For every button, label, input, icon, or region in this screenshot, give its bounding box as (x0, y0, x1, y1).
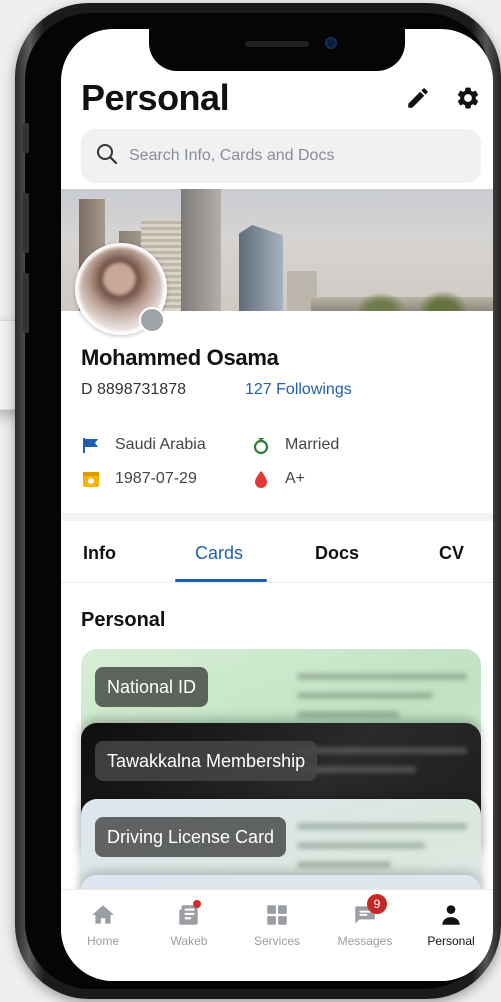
nav-label-messages: Messages (337, 934, 393, 948)
national-id-number: D 8898731878 (81, 381, 186, 398)
notification-dot (193, 900, 201, 908)
section-divider (61, 513, 493, 521)
birth-date-text: 1987-07-29 (115, 470, 197, 487)
marital-status-text: Married (285, 436, 340, 453)
nav-home[interactable]: Home (63, 902, 143, 948)
gear-icon[interactable] (455, 85, 481, 111)
tab-docs[interactable]: Docs (315, 543, 359, 564)
nav-wakeb[interactable]: Wakeb (149, 900, 229, 948)
mute-switch (23, 123, 29, 153)
profile-name: Mohammed Osama (81, 345, 279, 370)
avatar[interactable] (75, 243, 167, 335)
home-icon (63, 902, 143, 928)
page-title: Personal (81, 77, 230, 118)
verified-badge-icon (139, 307, 165, 333)
search-icon (95, 142, 119, 171)
pencil-icon[interactable] (405, 85, 431, 111)
tab-info[interactable]: Info (83, 543, 116, 564)
section-title: Personal (81, 609, 166, 631)
search-bar[interactable] (81, 129, 481, 183)
birth-date-info: 1987-07-29 (81, 469, 197, 489)
front-camera (325, 37, 337, 49)
marital-status-info: Married (251, 435, 339, 455)
news-icon (149, 902, 229, 928)
card-label: Tawakkalna Membership (95, 741, 318, 781)
blood-drop-icon (251, 469, 271, 489)
grid-icon (237, 902, 317, 928)
tab-cards[interactable]: Cards (195, 543, 243, 564)
blood-type-text: A+ (285, 470, 306, 487)
nav-services[interactable]: Services (237, 902, 317, 948)
tab-cv[interactable]: CV (439, 543, 464, 564)
active-tab-indicator (175, 579, 267, 582)
card-label: National ID (95, 667, 209, 707)
volume-down-button (23, 273, 29, 333)
nav-label-wakeb: Wakeb (170, 934, 208, 948)
card-label: Driving License Card (95, 817, 287, 857)
header: Personal (61, 75, 493, 125)
volume-up-button (23, 193, 29, 253)
speaker (245, 41, 309, 47)
phone-screen: Personal Search Info, Cards and Docs Moh… (61, 29, 493, 981)
messages-count-badge: 9 (367, 894, 387, 914)
blood-type-info: A+ (251, 469, 305, 489)
tab-bar: Info Cards Docs CV (61, 527, 493, 583)
ring-icon (251, 435, 271, 455)
card-blurred-text (297, 823, 467, 880)
search-input[interactable] (129, 147, 459, 165)
card-blurred-text (297, 673, 467, 730)
country-info: Saudi Arabia (81, 435, 206, 455)
calendar-icon (81, 469, 101, 489)
flag-icon (81, 435, 101, 455)
phone-frame: Personal Search Info, Cards and Docs Moh… (15, 3, 501, 999)
nav-messages[interactable]: 9 Messages (325, 894, 405, 948)
nav-label-personal: Personal (427, 934, 475, 948)
card-blurred-text (297, 747, 467, 785)
person-icon (411, 902, 491, 928)
followings-link[interactable]: 127 Followings (245, 381, 352, 399)
country-text: Saudi Arabia (115, 436, 206, 453)
chat-icon (325, 902, 405, 928)
bottom-navigation: Home Wakeb Services 9 Messages Personal (61, 889, 493, 981)
nav-label-services: Services (253, 934, 300, 948)
nav-label-home: Home (86, 934, 119, 948)
notch (149, 29, 405, 71)
nav-personal[interactable]: Personal (411, 902, 491, 948)
